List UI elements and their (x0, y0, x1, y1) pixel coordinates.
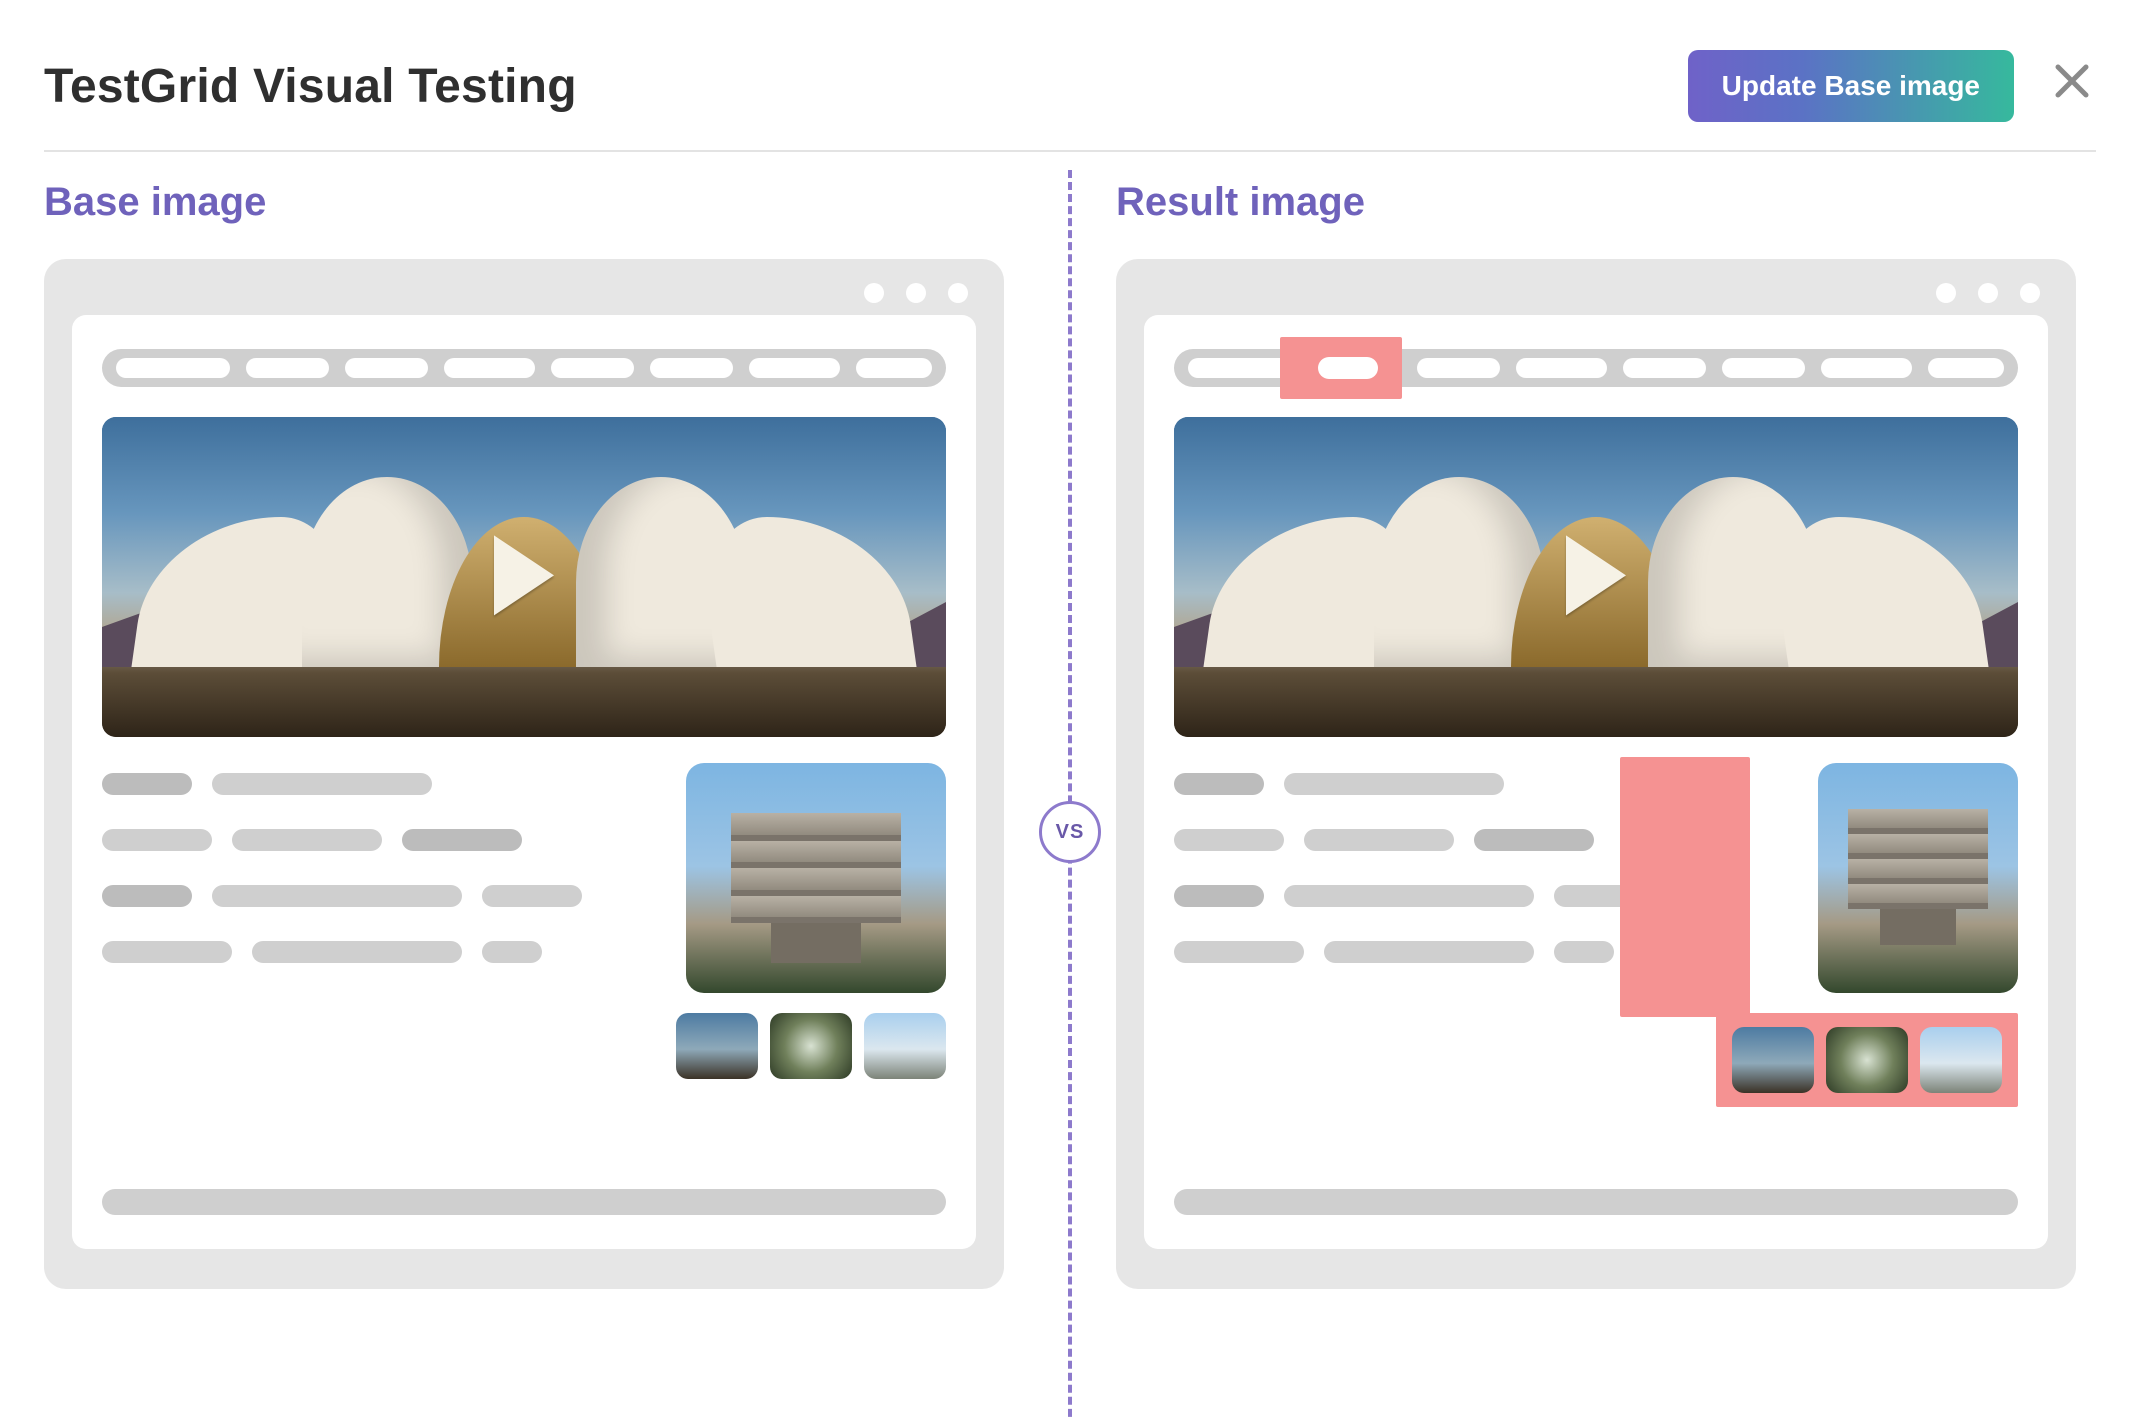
base-image-label: Base image (44, 180, 1024, 225)
mock-thumbnail-small (1732, 1027, 1814, 1093)
mock-footer-bar (102, 1189, 946, 1215)
base-browser-mock (44, 259, 1004, 1289)
mock-hero-image (102, 417, 946, 737)
result-browser-mock (1116, 259, 2076, 1289)
mock-thumbnail-large (1818, 763, 2018, 993)
window-controls-icon (1936, 283, 2040, 303)
column-divider (1068, 170, 1072, 1420)
play-icon (1566, 535, 1626, 615)
mock-thumbnail-small (1920, 1027, 2002, 1093)
base-image-column: Base image (44, 162, 1070, 1289)
mock-thumbnail-large (686, 763, 946, 993)
mock-hero-image (1174, 417, 2018, 737)
diff-highlight-nav (1280, 337, 1402, 399)
mock-thumbnail-small (1826, 1027, 1908, 1093)
mock-navbar (102, 349, 946, 387)
window-controls-icon (864, 283, 968, 303)
diff-highlight-thumbrow (1716, 1013, 2018, 1107)
update-base-image-button[interactable]: Update Base image (1688, 50, 2014, 122)
play-icon (494, 535, 554, 615)
mock-thumbnail-row (676, 1013, 946, 1079)
result-image-column: Result image (1070, 162, 2096, 1289)
page-title: TestGrid Visual Testing (44, 59, 577, 114)
mock-footer-bar (1174, 1189, 2018, 1215)
mock-text-block (102, 763, 606, 1079)
close-icon[interactable] (2048, 61, 2096, 112)
mock-text-block (1174, 763, 1678, 1107)
result-image-label: Result image (1116, 180, 2096, 225)
vs-badge: VS (1039, 801, 1101, 863)
diff-highlight-side (1620, 757, 1750, 1017)
